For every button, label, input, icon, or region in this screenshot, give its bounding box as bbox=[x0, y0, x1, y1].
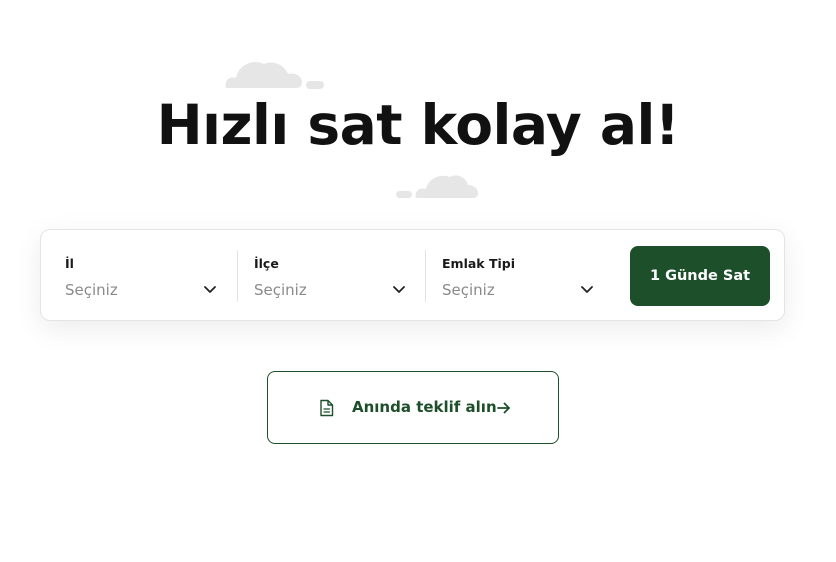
district-value: Seçiniz bbox=[254, 281, 307, 299]
district-label: İlçe bbox=[254, 256, 279, 271]
page-title: Hızlı sat kolay al! bbox=[156, 93, 680, 157]
district-select[interactable]: İlçe Seçiniz bbox=[238, 250, 426, 302]
document-icon bbox=[320, 399, 334, 417]
property-type-label: Emlak Tipi bbox=[442, 256, 515, 271]
sell-in-one-day-button[interactable]: 1 Günde Sat bbox=[630, 246, 770, 306]
cloud-decoration-top bbox=[225, 61, 324, 89]
property-type-select-inner: Emlak Tipi Seçiniz bbox=[442, 250, 594, 302]
cloud-decoration-bottom bbox=[396, 175, 478, 198]
province-select[interactable]: İl Seçiniz bbox=[41, 250, 261, 302]
page: Hızlı sat kolay al! İl Seçiniz İlçe Seçi… bbox=[0, 0, 836, 562]
district-select-inner: İlçe Seçiniz bbox=[254, 250, 406, 302]
chevron-down-icon bbox=[204, 286, 216, 293]
chevron-down-icon bbox=[393, 286, 405, 293]
instant-offer-button[interactable]: Anında teklif alın bbox=[267, 371, 559, 444]
province-label: İl bbox=[65, 256, 74, 271]
instant-offer-label: Anında teklif alın bbox=[352, 398, 497, 416]
search-card: İl Seçiniz İlçe Seçiniz Emlak Tipi Seçin bbox=[40, 229, 785, 321]
chevron-down-icon bbox=[581, 286, 593, 293]
property-type-select[interactable]: Emlak Tipi Seçiniz bbox=[426, 250, 614, 302]
province-select-inner: İl Seçiniz bbox=[65, 250, 217, 302]
province-value: Seçiniz bbox=[65, 281, 118, 299]
arrow-right-icon bbox=[497, 402, 510, 414]
property-type-value: Seçiniz bbox=[442, 281, 495, 299]
